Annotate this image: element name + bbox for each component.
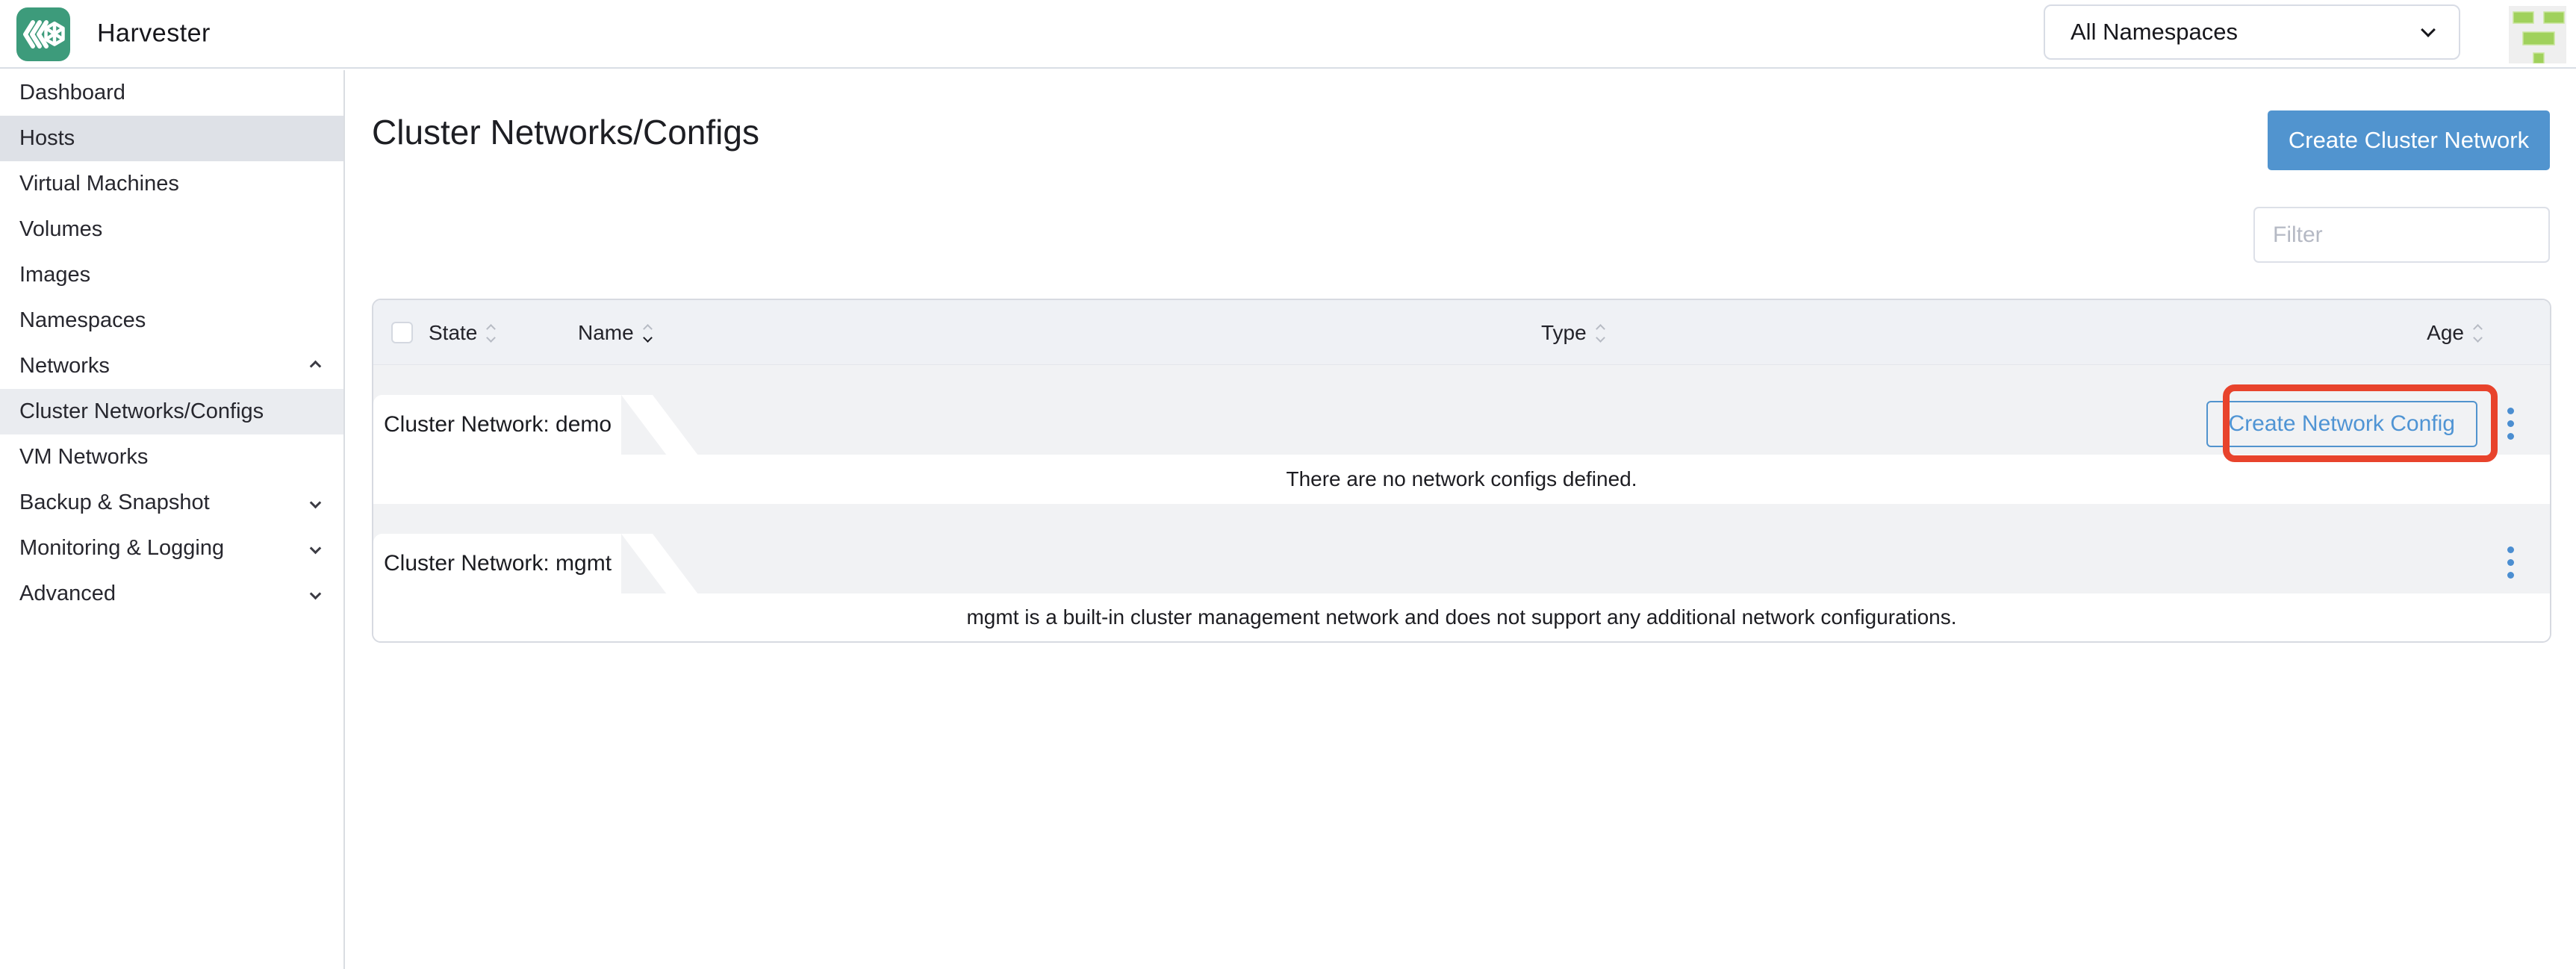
sidebar-item-images[interactable]: Images xyxy=(0,252,343,298)
create-network-config-button[interactable]: Create Network Config xyxy=(2206,401,2477,447)
chevron-down-icon xyxy=(310,543,322,555)
sidebar-item-cluster-networks-configs[interactable]: Cluster Networks/Configs xyxy=(0,389,343,434)
group-header-mgmt: Cluster Network: mgmt xyxy=(373,504,2550,593)
namespace-selector[interactable]: All Namespaces xyxy=(2044,4,2460,60)
chevron-down-icon xyxy=(310,588,322,600)
sidebar-nav: Dashboard Hosts Virtual Machines Volumes… xyxy=(0,70,345,969)
create-cluster-network-button[interactable]: Create Cluster Network xyxy=(2268,110,2550,170)
kebab-menu-icon-demo[interactable] xyxy=(2499,365,2521,455)
user-avatar[interactable] xyxy=(2509,6,2566,63)
sidebar-item-monitoring-logging[interactable]: Monitoring & Logging xyxy=(0,526,343,571)
sidebar-item-virtual-machines[interactable]: Virtual Machines xyxy=(0,161,343,207)
sidebar-item-dashboard[interactable]: Dashboard xyxy=(0,70,343,116)
sort-icon xyxy=(488,325,494,341)
select-all-checkbox[interactable] xyxy=(391,322,413,343)
group-empty-row-mgmt: mgmt is a built-in cluster management ne… xyxy=(373,593,2550,641)
filter-input[interactable] xyxy=(2253,207,2550,263)
group-tab-demo: Cluster Network: demo xyxy=(373,395,621,455)
sort-icon-desc xyxy=(644,325,651,341)
top-header: Harvester All Namespaces xyxy=(0,0,2576,69)
sidebar-item-volumes[interactable]: Volumes xyxy=(0,207,343,252)
sidebar-item-networks[interactable]: Networks xyxy=(0,343,343,389)
namespace-selector-value: All Namespaces xyxy=(2071,19,2238,46)
cluster-networks-table: State Name Type Age Cluster Network: dem… xyxy=(372,299,2551,643)
sidebar-item-backup-snapshot[interactable]: Backup & Snapshot xyxy=(0,480,343,526)
chevron-down-icon xyxy=(310,497,322,509)
harvester-logo-icon xyxy=(16,7,70,61)
sidebar-item-advanced[interactable]: Advanced xyxy=(0,571,343,617)
page-title: Cluster Networks/Configs xyxy=(372,112,759,152)
column-header-state[interactable]: State xyxy=(429,300,494,365)
column-header-type[interactable]: Type xyxy=(1541,300,1604,365)
group-header-demo: Cluster Network: demo Create Network Con… xyxy=(373,365,2550,455)
chevron-down-icon xyxy=(2421,22,2436,37)
sidebar-item-hosts[interactable]: Hosts xyxy=(0,116,343,161)
column-header-name[interactable]: Name xyxy=(578,300,651,365)
kebab-menu-icon-mgmt[interactable] xyxy=(2499,504,2521,593)
group-tab-mgmt: Cluster Network: mgmt xyxy=(373,534,621,593)
sidebar-item-vm-networks[interactable]: VM Networks xyxy=(0,434,343,480)
sort-icon xyxy=(1597,325,1604,341)
app-title: Harvester xyxy=(97,19,211,49)
sidebar-item-namespaces[interactable]: Namespaces xyxy=(0,298,343,343)
chevron-up-icon xyxy=(310,361,322,373)
column-header-age[interactable]: Age xyxy=(2427,300,2481,365)
main-content: Cluster Networks/Configs Create Cluster … xyxy=(346,70,2576,969)
sort-icon xyxy=(2474,325,2481,341)
table-header-row: State Name Type Age xyxy=(373,300,2550,365)
group-empty-row-demo: There are no network configs defined. xyxy=(373,455,2550,504)
